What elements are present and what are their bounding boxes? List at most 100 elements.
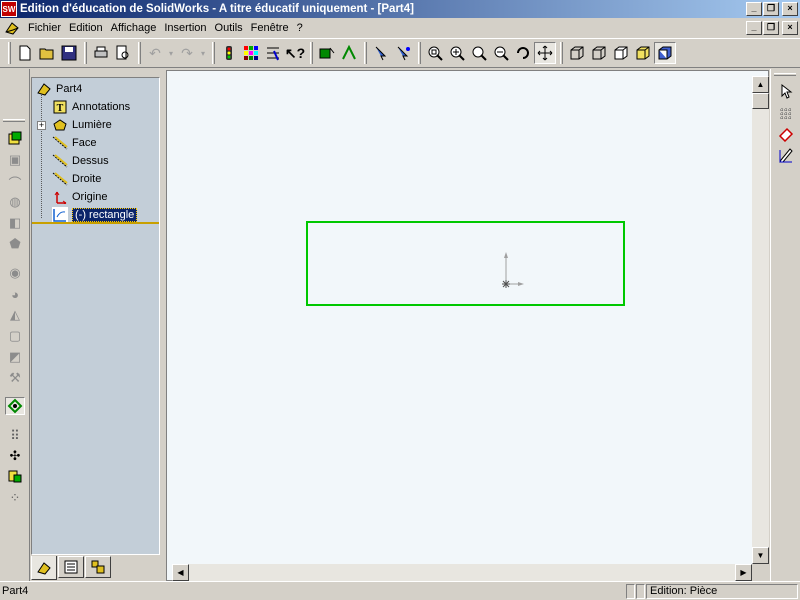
wireframe-icon[interactable] xyxy=(566,42,588,64)
revolved-boss-icon[interactable]: ▣ xyxy=(5,151,25,169)
draft-icon[interactable]: ◩ xyxy=(5,348,25,366)
loft-icon[interactable]: ◍ xyxy=(5,193,25,211)
grid-icon[interactable] xyxy=(776,104,796,124)
menu-insertion[interactable]: Insertion xyxy=(160,18,210,38)
menu-outils[interactable]: Outils xyxy=(211,18,247,38)
fillet-icon[interactable]: ◉ xyxy=(5,264,25,282)
sweep-icon[interactable]: ⌒ xyxy=(5,173,25,191)
toolbar-separator xyxy=(364,42,367,64)
scroll-right-button[interactable]: ▶ xyxy=(735,564,752,581)
zoom-out-icon[interactable] xyxy=(490,42,512,64)
sketch-icon[interactable] xyxy=(316,42,338,64)
zoom-in-icon[interactable] xyxy=(446,42,468,64)
options-icon[interactable] xyxy=(262,42,284,64)
scroll-up-button[interactable]: ▲ xyxy=(752,76,769,93)
menu-fenetre[interactable]: Fenêtre xyxy=(247,18,293,38)
zoom-area-icon[interactable] xyxy=(468,42,490,64)
expand-lumiere-button[interactable]: + xyxy=(37,121,46,130)
extruded-boss-icon[interactable] xyxy=(5,129,25,147)
toolbar-grip[interactable] xyxy=(8,42,11,64)
hidden-removed-icon[interactable] xyxy=(610,42,632,64)
close-button[interactable]: × xyxy=(782,2,798,16)
minimize-button[interactable]: _ xyxy=(746,2,762,16)
color-icon[interactable] xyxy=(240,42,262,64)
undo-icon[interactable]: ↶ xyxy=(144,42,166,64)
toolbar-separator xyxy=(84,42,87,64)
menu-affichage[interactable]: Affichage xyxy=(107,18,161,38)
eraser-icon[interactable] xyxy=(776,124,796,144)
sketch-mode-icon[interactable] xyxy=(5,397,25,415)
tree-node-droite[interactable]: Droite xyxy=(52,170,101,188)
new-icon[interactable] xyxy=(14,42,36,64)
menu-help[interactable]: ? xyxy=(293,18,307,38)
restore-button[interactable]: ❐ xyxy=(763,2,779,16)
rebuild-icon[interactable] xyxy=(218,42,240,64)
open-icon[interactable] xyxy=(36,42,58,64)
revolved-cut-icon[interactable]: ⬟ xyxy=(5,235,25,253)
scroll-down-button[interactable]: ▼ xyxy=(752,547,769,564)
shaded-edges-icon[interactable] xyxy=(632,42,654,64)
menu-bar: Fichier Edition Affichage Insertion Outi… xyxy=(0,18,800,38)
smart-dimension-icon[interactable] xyxy=(338,42,360,64)
feature-manager-tab[interactable] xyxy=(31,556,57,580)
doc-minimize-button[interactable]: _ xyxy=(746,21,762,35)
tree-node-label: Annotations xyxy=(72,101,131,113)
tree-root-part[interactable]: Part4 xyxy=(36,80,82,98)
rib-icon[interactable]: ◭ xyxy=(5,306,25,324)
toolbar-grip[interactable] xyxy=(774,73,796,76)
select-icon[interactable] xyxy=(370,42,392,64)
help-icon[interactable]: ↖? xyxy=(284,42,306,64)
rollback-bar[interactable] xyxy=(32,222,159,224)
doc-close-button[interactable]: × xyxy=(782,21,798,35)
print-preview-icon[interactable] xyxy=(112,42,134,64)
tree-node-annotations[interactable]: T Annotations xyxy=(52,98,130,116)
select-other-icon[interactable] xyxy=(392,42,414,64)
svg-text:T: T xyxy=(57,103,64,114)
sketch-rectangle[interactable] xyxy=(306,221,625,306)
graphics-area[interactable] xyxy=(166,70,769,581)
hidden-lines-icon[interactable] xyxy=(588,42,610,64)
horizontal-scrollbar[interactable]: ◀ ▶ xyxy=(172,564,752,581)
configuration-manager-tab[interactable] xyxy=(85,556,111,578)
features-toolbar: ▣ ⌒ ◍ ◧ ⬟ ◉ ◕ ◭ ▢ ◩ ⚒ ⠿ ✣ ⁘ xyxy=(0,69,30,581)
redo-dropdown-icon[interactable]: ▾ xyxy=(198,42,208,64)
doc-restore-button[interactable]: ❐ xyxy=(763,21,779,35)
title-bar: SW Edition d'éducation de SolidWorks - A… xyxy=(0,0,800,18)
tree-node-lumiere[interactable]: Lumière xyxy=(52,116,112,134)
origin-icon xyxy=(52,189,68,205)
select-arrow-icon[interactable] xyxy=(776,81,796,101)
undo-dropdown-icon[interactable]: ▾ xyxy=(166,42,176,64)
vertical-scrollbar[interactable]: ▲ ▼ xyxy=(752,76,769,564)
curve-driven-pattern-icon[interactable]: ⁘ xyxy=(5,489,25,507)
toolbar-separator xyxy=(560,42,563,64)
linear-pattern-icon[interactable]: ⠿ xyxy=(5,427,25,445)
vertical-scroll-thumb[interactable] xyxy=(752,93,769,109)
menu-edition[interactable]: Edition xyxy=(65,18,107,38)
circular-pattern-icon[interactable] xyxy=(5,467,25,485)
window-title: Edition d'éducation de SolidWorks - A ti… xyxy=(20,3,414,15)
toolbar-grip[interactable] xyxy=(3,119,25,122)
rotate-icon[interactable] xyxy=(512,42,534,64)
zoom-fit-icon[interactable] xyxy=(424,42,446,64)
shaded-icon[interactable] xyxy=(654,42,676,64)
sketch-toolbar xyxy=(770,69,800,581)
part-icon xyxy=(5,22,19,35)
scroll-left-button[interactable]: ◀ xyxy=(172,564,189,581)
toolbar-separator xyxy=(418,42,421,64)
tree-node-dessus[interactable]: Dessus xyxy=(52,152,109,170)
shell-icon[interactable]: ▢ xyxy=(5,327,25,345)
redo-icon[interactable]: ↷ xyxy=(176,42,198,64)
tree-connector xyxy=(41,92,42,218)
mirror-icon[interactable]: ✣ xyxy=(5,447,25,465)
sketch-pencil-icon[interactable] xyxy=(776,145,796,165)
tree-node-face[interactable]: Face xyxy=(52,134,96,152)
hole-wizard-icon[interactable]: ⚒ xyxy=(5,369,25,387)
menu-fichier[interactable]: Fichier xyxy=(24,18,65,38)
print-icon[interactable] xyxy=(90,42,112,64)
chamfer-icon[interactable]: ◕ xyxy=(5,285,25,303)
save-icon[interactable] xyxy=(58,42,80,64)
tree-node-origine[interactable]: Origine xyxy=(52,188,107,206)
extruded-cut-icon[interactable]: ◧ xyxy=(5,214,25,232)
property-manager-tab[interactable] xyxy=(58,556,84,578)
pan-icon[interactable] xyxy=(534,42,556,64)
